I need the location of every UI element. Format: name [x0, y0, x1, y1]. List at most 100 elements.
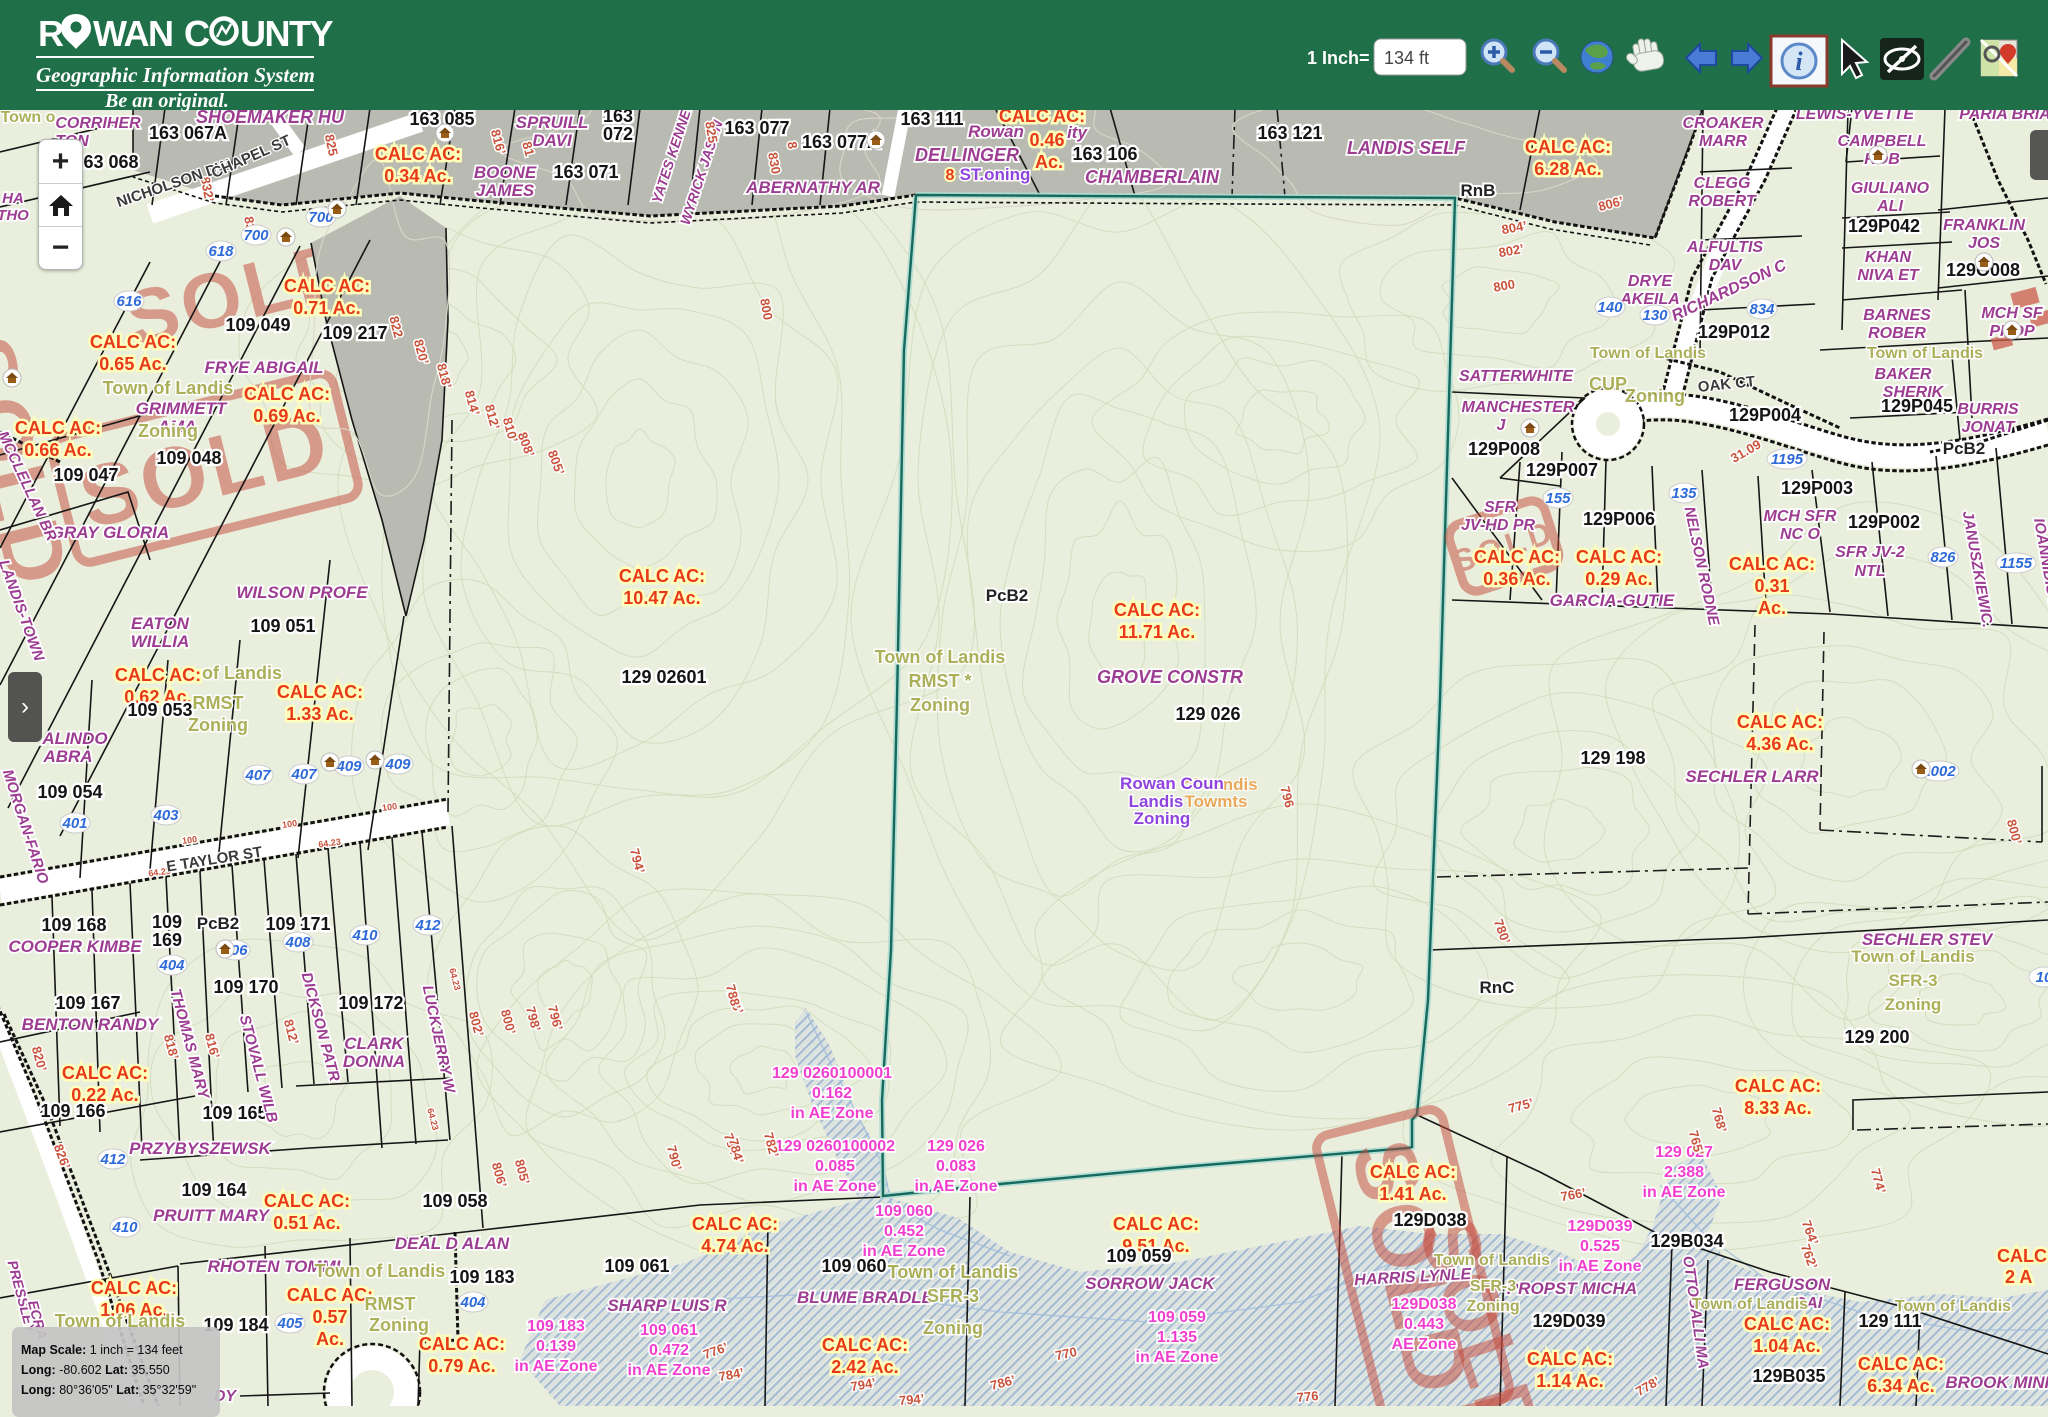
svg-text:Zoning: Zoning [923, 1318, 983, 1338]
svg-text:RnB: RnB [1461, 181, 1496, 200]
svg-text:Zoning: Zoning [138, 421, 198, 441]
svg-text:129P004: 129P004 [1729, 405, 1801, 425]
svg-text:GRIMMETT: GRIMMETT [136, 399, 228, 418]
svg-text:COOPER KIMBE: COOPER KIMBE [8, 937, 142, 956]
svg-text:DELLINGER: DELLINGER [915, 145, 1019, 165]
svg-text:Geographic Information System: Geographic Information System [36, 63, 315, 87]
svg-text:of Landis: of Landis [202, 663, 282, 683]
svg-text:8: 8 [946, 167, 955, 184]
svg-text:RMST *: RMST * [909, 671, 972, 691]
svg-text:109 183: 109 183 [527, 1318, 585, 1335]
svg-text:CALC AC:: CALC AC: [1735, 1076, 1821, 1096]
svg-text:CALC A: CALC A [1997, 1246, 2048, 1266]
svg-text:129P003: 129P003 [1781, 478, 1853, 498]
svg-text:794’: 794’ [898, 1391, 925, 1406]
svg-text:109 217: 109 217 [322, 323, 387, 343]
svg-text:PRZYBYSZEWSK: PRZYBYSZEWSK [129, 1139, 272, 1158]
svg-text:1 Inch=: 1 Inch= [1307, 48, 1370, 68]
svg-text:JOS: JOS [1968, 235, 2000, 252]
svg-text:129P006: 129P006 [1583, 509, 1655, 529]
svg-text:CALC AC:: CALC AC: [1370, 1162, 1456, 1182]
svg-text:CALC AC:: CALC AC: [692, 1214, 778, 1234]
svg-text:Zoning: Zoning [1134, 809, 1191, 828]
svg-text:Zoning: Zoning [910, 695, 970, 715]
svg-text:618: 618 [208, 243, 234, 260]
svg-text:109 172: 109 172 [338, 993, 403, 1013]
svg-text:in AE Zone: in AE Zone [1559, 1258, 1642, 1275]
svg-text:10: 10 [2036, 969, 2048, 986]
svg-text:6.34 Ac.: 6.34 Ac. [1867, 1376, 1934, 1396]
svg-text:0.79 Ac.: 0.79 Ac. [428, 1356, 495, 1376]
svg-text:Town of Landis: Town of Landis [1851, 947, 1974, 966]
svg-text:109 170: 109 170 [213, 977, 278, 997]
svg-text:ABRA: ABRA [42, 747, 92, 766]
svg-text:CALC AC:: CALC AC: [1525, 137, 1611, 157]
svg-text:CALC AC:: CALC AC: [91, 1278, 177, 1298]
svg-text:1.41 Ac.: 1.41 Ac. [1379, 1184, 1446, 1204]
svg-text:163 077: 163 077 [724, 118, 789, 138]
svg-text:0.162: 0.162 [812, 1085, 852, 1102]
svg-text:PcB2: PcB2 [986, 586, 1029, 605]
svg-text:KHAN: KHAN [1865, 249, 1912, 266]
svg-text:140: 140 [1597, 299, 1623, 316]
svg-text:409: 409 [335, 758, 362, 775]
svg-text:CALC AC:: CALC AC: [619, 566, 705, 586]
svg-text:CLARK: CLARK [344, 1034, 405, 1053]
svg-text:WAN: WAN [93, 13, 173, 54]
svg-text:109 060: 109 060 [875, 1203, 933, 1220]
svg-text:Town of Landis: Town of Landis [1867, 345, 1983, 362]
svg-text:BLUME BRADLE: BLUME BRADLE [797, 1288, 934, 1307]
svg-text:403: 403 [152, 807, 179, 824]
svg-text:CALC AC:: CALC AC: [375, 144, 461, 164]
svg-text:GROVE CONSTR: GROVE CONSTR [1097, 667, 1243, 687]
svg-text:DAVI: DAVI [532, 131, 573, 150]
svg-text:CALC AC:: CALC AC: [419, 1334, 505, 1354]
svg-text:0.65 Ac.: 0.65 Ac. [99, 354, 166, 374]
svg-text:134 ft: 134 ft [1384, 48, 1429, 68]
svg-text:RMST: RMST [365, 1294, 416, 1314]
svg-text:PROPST MICHA: PROPST MICHA [1507, 1279, 1637, 1298]
svg-text:CHAMBERLAIN: CHAMBERLAIN [1085, 167, 1220, 187]
svg-text:129D038: 129D038 [1392, 1296, 1457, 1313]
svg-text:BURRIS: BURRIS [1957, 401, 2019, 418]
svg-text:169: 169 [152, 930, 182, 950]
svg-text:129 026: 129 026 [927, 1138, 985, 1155]
svg-text:401: 401 [61, 815, 87, 832]
svg-text:109 165: 109 165 [202, 1103, 267, 1123]
svg-text:129 02601: 129 02601 [621, 667, 706, 687]
svg-text:GRAY GLORIA: GRAY GLORIA [51, 523, 169, 542]
svg-text:in AE Zone: in AE Zone [1136, 1349, 1219, 1366]
svg-text:CALC AC:: CALC AC: [1737, 712, 1823, 732]
svg-text:ALINDO: ALINDO [41, 729, 107, 748]
svg-text:SHARP LUIS R: SHARP LUIS R [607, 1296, 727, 1315]
svg-text:0.34 Ac.: 0.34 Ac. [384, 166, 451, 186]
svg-text:SFR-3: SFR-3 [927, 1286, 979, 1306]
svg-text:129P008: 129P008 [1468, 439, 1540, 459]
svg-text:HA: HA [2, 190, 24, 207]
svg-text:CALC AC:: CALC AC: [1113, 1214, 1199, 1234]
svg-text:CALC AC:: CALC AC: [284, 276, 370, 296]
svg-text:109 166: 109 166 [40, 1101, 105, 1121]
svg-text:AE Zone: AE Zone [1392, 1336, 1457, 1353]
svg-text:RMST: RMST [193, 693, 244, 713]
svg-text:CROAKER: CROAKER [1683, 115, 1764, 132]
svg-text:JAMES: JAMES [476, 181, 535, 200]
svg-text:DONNA: DONNA [343, 1052, 405, 1071]
svg-text:163 111: 163 111 [900, 109, 963, 129]
svg-text:Ac.: Ac. [316, 1329, 344, 1349]
svg-text:CALC AC:: CALC AC: [822, 1335, 908, 1355]
svg-text:SFR: SFR [1484, 499, 1516, 516]
svg-text:412: 412 [99, 1151, 126, 1168]
svg-text:834: 834 [1749, 301, 1775, 318]
svg-text:in AE Zone: in AE Zone [863, 1243, 946, 1260]
svg-text:Zoning: Zoning [1625, 386, 1685, 406]
svg-text:129 198: 129 198 [1580, 748, 1645, 768]
svg-text:100: 100 [181, 834, 197, 846]
svg-text:0.46: 0.46 [1029, 130, 1064, 150]
svg-text:2 A: 2 A [2005, 1267, 2032, 1287]
svg-text:100: 100 [281, 818, 297, 830]
svg-text:ABERNATHY AR: ABERNATHY AR [745, 178, 881, 197]
svg-text:109 164: 109 164 [181, 1180, 246, 1200]
svg-text:FRYE ABIGAIL: FRYE ABIGAIL [204, 358, 323, 377]
svg-text:in AE Zone: in AE Zone [794, 1178, 877, 1195]
